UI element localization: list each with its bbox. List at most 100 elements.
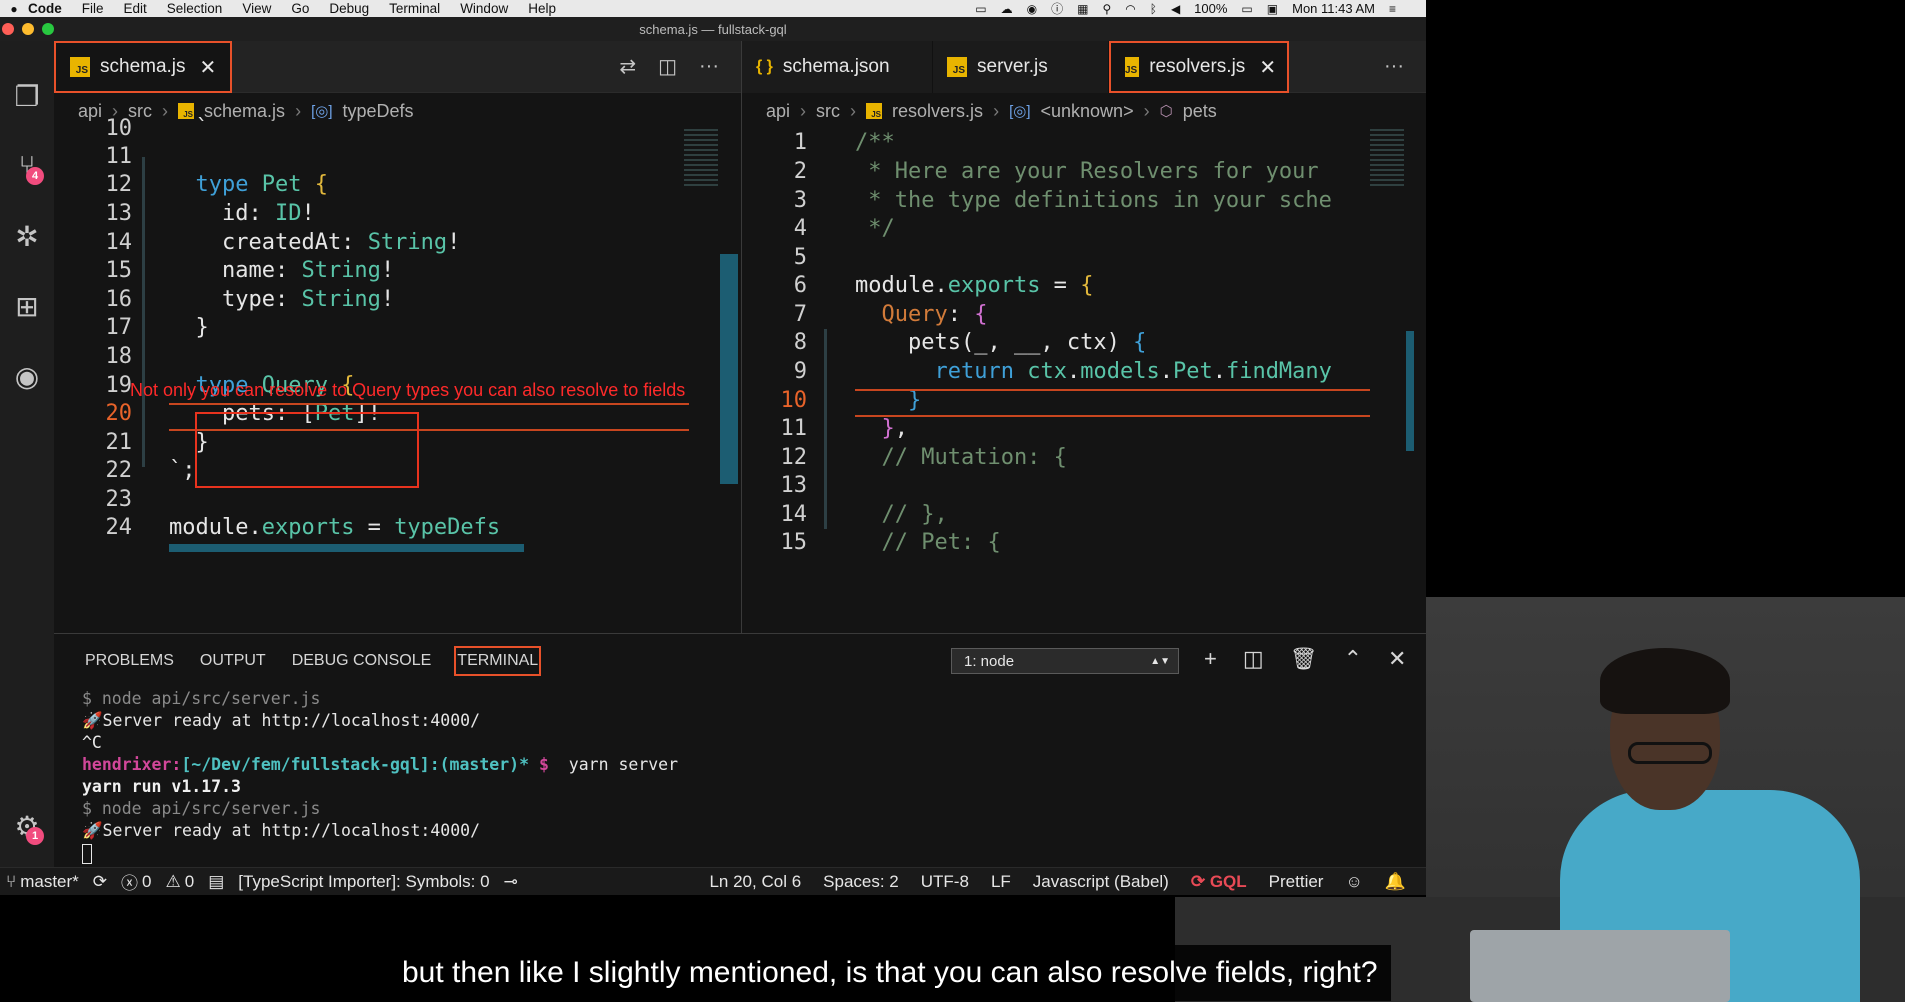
breadcrumb-item[interactable]: typeDefs [343,101,414,122]
git-branch[interactable]: master* [20,872,79,892]
breadcrumb-item[interactable]: resolvers.js [892,101,983,122]
tab-server-js[interactable]: JS server.js [933,41,1109,93]
new-terminal-icon[interactable]: + [1204,646,1217,672]
editor-actions-left: ⇄ ◫ ··· [619,41,741,92]
battery-icon[interactable]: ▭ [1241,2,1252,16]
terminal-output[interactable]: $ node api/src/server.js 🚀Server ready a… [82,688,678,864]
menu-code[interactable]: Code [28,1,62,16]
feedback-smiley-icon[interactable]: ☺ [1345,872,1362,892]
tab-output[interactable]: OUTPUT [197,646,269,676]
notification-center-icon[interactable]: ≡ [1389,2,1396,16]
menu-go[interactable]: Go [291,1,309,16]
settings-gear-icon[interactable]: ⚙ 1 [0,801,54,851]
wifi-icon[interactable]: ◠ [1125,2,1135,16]
window-titlebar: schema.js — fullstack-gql [0,17,1426,41]
minimap-left[interactable] [684,129,718,189]
line-number: 23 [105,487,133,512]
ts-importer-status[interactable]: [TypeScript Importer]: Symbols: 0 [238,872,489,892]
menu-help[interactable]: Help [528,1,556,16]
source-control-icon[interactable]: ⑂ 4 [0,141,54,191]
terminal-select[interactable]: 1: node ▲▼ [951,648,1179,674]
git-branch-icon[interactable]: ⑂ [6,872,16,892]
search-icon[interactable]: ⚲ [1102,2,1111,16]
tab-resolvers-js[interactable]: JS resolvers.js ✕ [1109,41,1289,93]
chevron-right-icon: › [1143,100,1150,121]
debug-icon[interactable]: ✲ [0,211,54,261]
close-window-button[interactable] [2,23,14,35]
breadcrumb-item[interactable]: schema.js [204,101,285,122]
compare-changes-icon[interactable]: ⇄ [619,54,636,79]
cursor-position[interactable]: Ln 20, Col 6 [709,872,801,892]
tab-terminal[interactable]: TERMINAL [454,646,542,676]
line-number: 6 [793,273,807,298]
menu-window[interactable]: Window [460,1,508,16]
split-editor-icon[interactable]: ◫ [658,54,677,79]
menu-selection[interactable]: Selection [167,1,223,16]
code-editor-right[interactable]: 1 /** 2 * Here are your Resolvers for you… [742,129,1426,633]
more-actions-icon[interactable]: ··· [1384,55,1404,78]
close-panel-icon[interactable]: ✕ [1388,646,1406,672]
errors-count[interactable]: 0 [142,872,151,892]
spotify-icon[interactable]: ◉ [0,351,54,401]
line-number: 10 [780,388,808,413]
sync-icon[interactable]: ⟳ [93,872,107,892]
apple-menu-icon[interactable]: ● [0,2,28,16]
vertical-scrollbar-right[interactable] [1406,331,1414,451]
indentation[interactable]: Spaces: 2 [823,872,899,892]
breadcrumb-item[interactable]: pets [1183,101,1217,122]
line-text: } [169,315,209,340]
bluetooth-icon[interactable]: ᛒ [1150,2,1157,16]
breadcrumb-item[interactable]: src [816,101,840,122]
tab-schema-js[interactable]: JS schema.js ✕ [54,41,233,93]
file-icon: ▤ [208,871,225,891]
encoding[interactable]: UTF-8 [921,872,969,892]
close-tab-icon[interactable]: ✕ [1259,55,1276,80]
cloud-icon[interactable]: ☁ [1001,2,1013,16]
horizontal-scrollbar[interactable] [169,544,524,552]
grid-icon[interactable]: ▦ [1077,2,1088,16]
errors-icon[interactable]: ⓧ [121,869,138,894]
explorer-icon[interactable]: ❐ [0,71,54,121]
prettier-status[interactable]: Prettier [1269,872,1324,892]
sync-icon[interactable]: ◉ [1027,2,1037,16]
more-actions-icon[interactable]: ··· [699,55,719,78]
menu-edit[interactable]: Edit [124,1,147,16]
breadcrumb-item[interactable]: <unknown> [1041,101,1134,122]
language-mode[interactable]: Javascript (Babel) [1033,872,1169,892]
warnings-count[interactable]: 0 [185,872,194,892]
tab-debug-console[interactable]: DEBUG CONSOLE [289,646,435,676]
extensions-icon[interactable]: ⊞ [0,281,54,331]
menu-file[interactable]: File [82,1,104,16]
close-tab-icon[interactable]: ✕ [200,55,217,80]
calendar-icon[interactable]: ▣ [1267,2,1278,16]
menu-terminal[interactable]: Terminal [389,1,440,16]
menu-view[interactable]: View [242,1,271,16]
info-icon[interactable]: ⓘ [1051,0,1063,17]
line-number: 3 [793,188,807,213]
tab-schema-json[interactable]: { } schema.json [742,41,933,93]
line-number: 14 [105,230,133,255]
minimap-right[interactable] [1370,129,1404,189]
maximize-panel-chevron-up-icon[interactable]: ⌃ [1344,646,1362,672]
end-of-line[interactable]: LF [991,872,1011,892]
battery-percent[interactable]: 100% [1194,1,1227,16]
kill-terminal-trash-icon[interactable]: 🗑 [1290,646,1318,672]
display-icon[interactable]: ▭ [975,2,986,16]
warnings-icon[interactable]: ⚠ [166,872,181,892]
minimize-window-button[interactable] [22,23,34,35]
tab-problems[interactable]: PROBLEMS [82,646,177,676]
line-text: }, [881,416,909,441]
line-number: 12 [780,445,808,470]
notifications-bell-icon[interactable]: 🔔 [1385,872,1406,892]
vertical-scrollbar-left[interactable] [720,254,738,484]
gql-status[interactable]: ⟳ GQL [1191,872,1247,892]
live-share-icon[interactable]: ⊸ [504,872,518,892]
volume-icon[interactable]: ◀ [1171,2,1180,16]
breadcrumb-item[interactable]: api [766,101,790,122]
annotation-highlight-box [195,412,419,488]
zoom-window-button[interactable] [42,23,54,35]
menu-debug[interactable]: Debug [329,1,369,16]
menubar-clock[interactable]: Mon 11:43 AM [1292,1,1375,16]
json-file-icon: { } [756,58,773,75]
split-terminal-icon[interactable]: ◫ [1243,646,1264,672]
